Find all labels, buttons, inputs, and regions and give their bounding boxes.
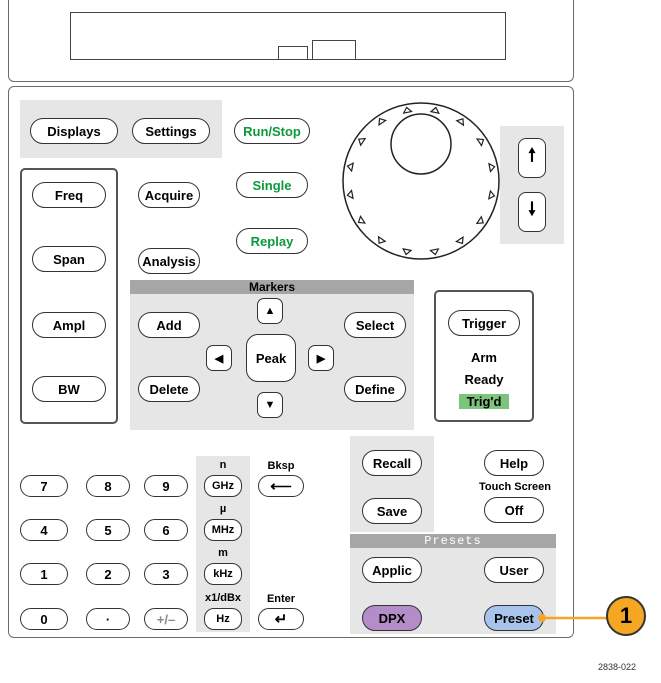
recall-button[interactable]: Recall — [362, 450, 422, 476]
knob-up-arrow-button[interactable]: 🠕 — [518, 138, 546, 178]
key-2-button[interactable]: 2 — [86, 563, 130, 585]
marker-down-button[interactable]: ▼ — [257, 392, 283, 418]
bw-button[interactable]: BW — [32, 376, 106, 402]
replay-button[interactable]: Replay — [236, 228, 308, 254]
marker-select-button[interactable]: Select — [344, 312, 406, 338]
key-7-button[interactable]: 7 — [20, 475, 68, 497]
analysis-button[interactable]: Analysis — [138, 248, 200, 274]
span-button[interactable]: Span — [32, 246, 106, 272]
presets-title: Presets — [350, 534, 556, 548]
marker-right-button[interactable]: ▶ — [308, 345, 334, 371]
displays-button[interactable]: Displays — [30, 118, 118, 144]
trigd-status-label: Trig'd — [459, 394, 509, 409]
usb-port-large — [312, 40, 356, 60]
enter-label: Enter — [266, 593, 296, 605]
usb-port-small — [278, 46, 308, 60]
run-stop-button[interactable]: Run/Stop — [234, 118, 310, 144]
marker-define-button[interactable]: Define — [344, 376, 406, 402]
key-4-button[interactable]: 4 — [20, 519, 68, 541]
save-button[interactable]: Save — [362, 498, 422, 524]
user-button[interactable]: User — [484, 557, 544, 583]
unit-prefix-label: n — [219, 459, 227, 471]
marker-up-button[interactable]: ▲ — [257, 298, 283, 324]
key-3-button[interactable]: 3 — [144, 563, 188, 585]
enter-button[interactable]: ↵ — [258, 608, 304, 630]
markers-title: Markers — [130, 280, 414, 294]
knob-down-arrow-button[interactable]: 🠗 — [518, 192, 546, 232]
ready-status-label: Ready — [464, 372, 504, 387]
unit-khz-button[interactable]: kHz — [204, 563, 242, 585]
general-purpose-knob[interactable] — [340, 100, 502, 262]
unit-hz-button[interactable]: Hz — [204, 608, 242, 630]
help-button[interactable]: Help — [484, 450, 544, 476]
unit-ghz-button[interactable]: GHz — [204, 475, 242, 497]
settings-button[interactable]: Settings — [132, 118, 210, 144]
marker-peak-button[interactable]: Peak — [246, 334, 296, 382]
unit-prefix-label: x1/dBx — [204, 592, 242, 604]
dpx-button[interactable]: DPX — [362, 605, 422, 631]
bksp-label: Bksp — [267, 460, 295, 472]
arm-status-label: Arm — [470, 350, 497, 365]
unit-prefix-label: m — [218, 547, 228, 559]
figure-id: 2838-022 — [598, 662, 637, 672]
marker-left-button[interactable]: ◀ — [206, 345, 232, 371]
applic-button[interactable]: Applic — [362, 557, 422, 583]
single-button[interactable]: Single — [236, 172, 308, 198]
key-6-button[interactable]: 6 — [144, 519, 188, 541]
backspace-button[interactable]: ⟵ — [258, 475, 304, 497]
key-decimal-point-button[interactable]: · — [86, 608, 130, 630]
acquire-button[interactable]: Acquire — [138, 182, 200, 208]
ampl-button[interactable]: Ampl — [32, 312, 106, 338]
touch-screen-label: Touch Screen — [479, 481, 551, 493]
unit-mhz-button[interactable]: MHz — [204, 519, 242, 541]
key-9-button[interactable]: 9 — [144, 475, 188, 497]
marker-delete-button[interactable]: Delete — [138, 376, 200, 402]
touch-screen-off-button[interactable]: Off — [484, 497, 544, 523]
key-plus-minus-button[interactable]: +/– — [144, 608, 188, 630]
key-1-button[interactable]: 1 — [20, 563, 68, 585]
callout-number-badge: 1 — [606, 596, 646, 636]
trigger-button[interactable]: Trigger — [448, 310, 520, 336]
key-5-button[interactable]: 5 — [86, 519, 130, 541]
key-8-button[interactable]: 8 — [86, 475, 130, 497]
freq-button[interactable]: Freq — [32, 182, 106, 208]
key-0-button[interactable]: 0 — [20, 608, 68, 630]
unit-prefix-label: µ — [219, 503, 227, 515]
marker-add-button[interactable]: Add — [138, 312, 200, 338]
